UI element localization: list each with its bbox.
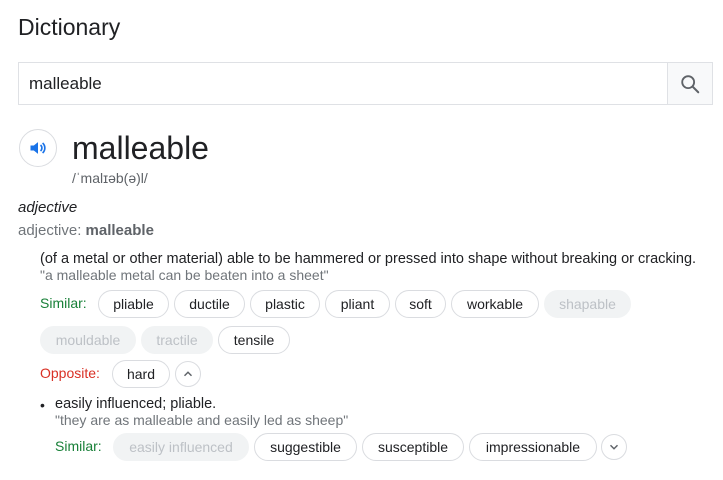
synonym-chip[interactable]: impressionable (469, 433, 597, 461)
speaker-icon (30, 142, 46, 154)
part-of-speech: adjective (18, 199, 78, 216)
antonym-chip[interactable]: hard (112, 360, 170, 388)
synonym-chip[interactable]: pliable (98, 290, 169, 318)
definition-2: easily influenced; pliable. (55, 396, 217, 412)
synonym-chip[interactable]: plastic (250, 290, 320, 318)
search-button[interactable] (667, 63, 712, 104)
collapse-button[interactable] (175, 361, 201, 387)
similar-label: Similar: (40, 295, 87, 311)
opposite-label: Opposite: (40, 365, 100, 381)
synonym-chip[interactable]: susceptible (362, 433, 464, 461)
part-of-speech-prefix: adjective: (18, 222, 86, 239)
synonym-chip-disabled: tractile (141, 326, 213, 354)
chevron-down-icon (609, 444, 619, 450)
headword: malleable (72, 130, 209, 166)
similar-label-2: Similar: (55, 438, 102, 454)
synonym-chip-disabled: easily influenced (113, 433, 249, 461)
synonym-chip[interactable]: tensile (218, 326, 290, 354)
search-input[interactable] (19, 63, 667, 104)
synonym-chip[interactable]: workable (451, 290, 539, 318)
page-title: Dictionary (18, 14, 121, 40)
synonym-chip-disabled: mouldable (40, 326, 136, 354)
example-1: "a malleable metal can be beaten into a … (40, 267, 329, 283)
expand-button[interactable] (601, 434, 627, 460)
bullet-marker: • (40, 397, 45, 413)
search-icon (681, 74, 700, 93)
synonym-chip[interactable]: ductile (174, 290, 245, 318)
definition-1: (of a metal or other material) able to b… (40, 251, 697, 267)
phonetic: /ˈmalɪəb(ə)l/ (72, 170, 148, 186)
pronunciation-button[interactable] (19, 129, 57, 167)
search-bar (18, 62, 713, 105)
example-2: "they are as malleable and easily led as… (55, 412, 349, 428)
part-of-speech-line: adjective: malleable (18, 222, 154, 239)
chevron-up-icon (183, 371, 193, 377)
synonym-chip[interactable]: soft (395, 290, 446, 318)
part-of-speech-word: malleable (85, 222, 154, 239)
synonym-chip[interactable]: pliant (325, 290, 390, 318)
synonym-chip[interactable]: suggestible (254, 433, 357, 461)
synonym-chip-disabled: shapable (544, 290, 631, 318)
